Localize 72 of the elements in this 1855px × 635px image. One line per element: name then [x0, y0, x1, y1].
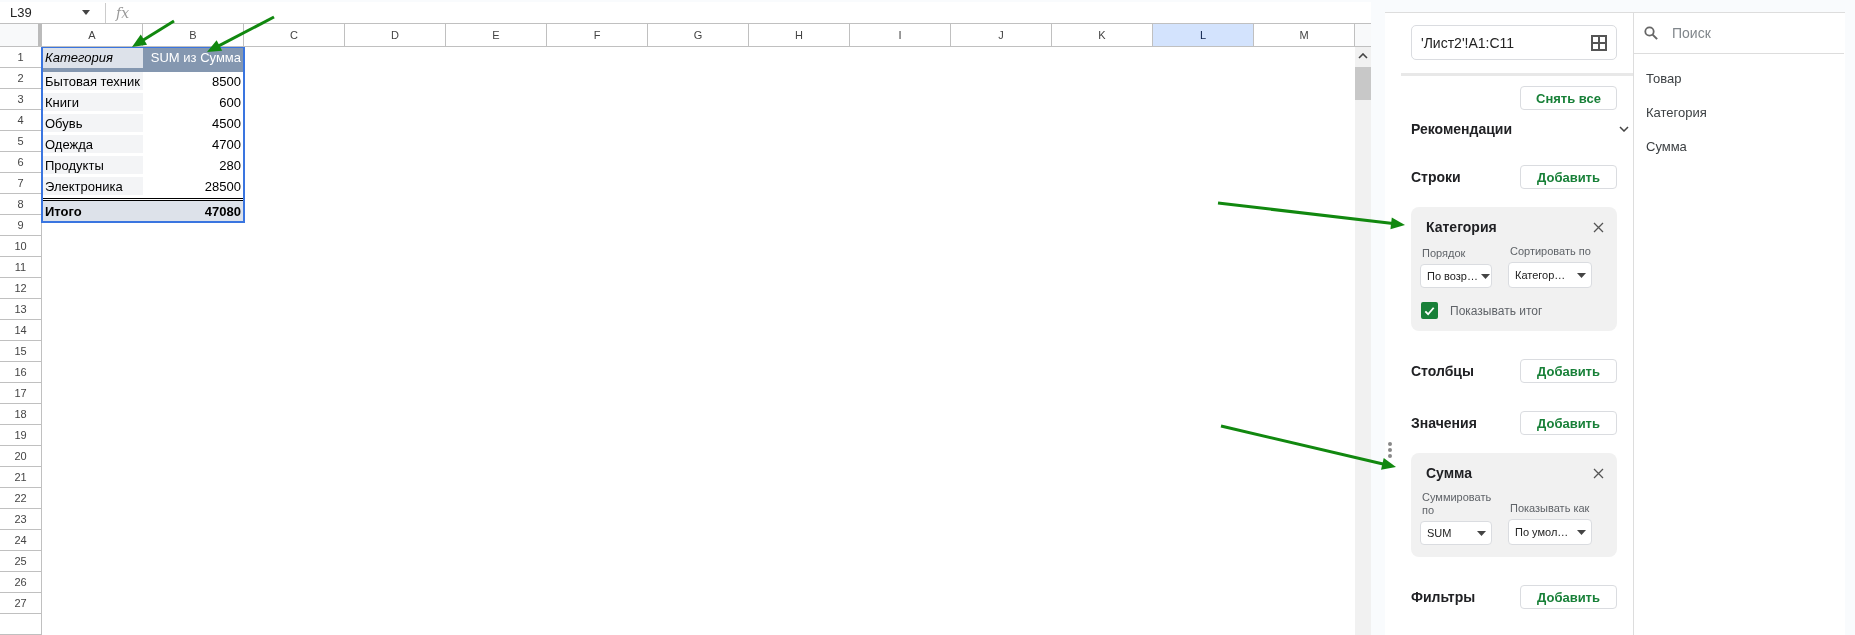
row-number[interactable]: 17: [0, 383, 41, 404]
row-number[interactable]: 11: [0, 257, 41, 278]
function-label: fx: [116, 4, 130, 21]
row-number[interactable]: 15: [0, 341, 41, 362]
row-number[interactable]: 9: [0, 215, 41, 236]
table-cell: Обувь: [42, 114, 143, 132]
dropdown[interactable]: По возр…: [1420, 264, 1492, 288]
table-cell-text: 4700: [211, 135, 242, 153]
row-number[interactable]: 1: [0, 47, 41, 68]
field-label: Суммировать по: [1421, 491, 1492, 517]
row-number[interactable]: 21: [0, 467, 41, 488]
table-cell: Книги: [42, 93, 143, 111]
row-number[interactable]: 10: [0, 236, 41, 257]
field-item[interactable]: Категория: [1634, 95, 1844, 129]
table-cell: SUM из Сумма: [143, 47, 244, 68]
table-cell: Электроника: [42, 177, 143, 195]
range-field[interactable]: 'Лист2'!A1:C11: [1411, 25, 1617, 60]
table-cell-text: 8500: [211, 72, 242, 90]
table-cell-text: 28500: [203, 177, 242, 195]
field-item[interactable]: Сумма: [1634, 129, 1844, 163]
table-cell: Бытовая техник: [42, 72, 143, 90]
checkbox-label: Показывать итог: [1450, 303, 1543, 318]
row-number[interactable]: 12: [0, 278, 41, 299]
row-number[interactable]: 23: [0, 509, 41, 530]
row-number[interactable]: 14: [0, 320, 41, 341]
field-label: Порядок: [1421, 247, 1467, 260]
add-button[interactable]: Добавить: [1520, 585, 1617, 609]
search-field[interactable]: Поиск: [1670, 24, 1824, 42]
add-button[interactable]: Добавить: [1520, 411, 1617, 435]
column-header[interactable]: L: [1153, 24, 1254, 46]
add-button[interactable]: Добавить: [1520, 165, 1617, 189]
row-number[interactable]: 18: [0, 404, 41, 425]
field-item[interactable]: Товар: [1634, 61, 1844, 95]
section-title: Фильтры: [1411, 589, 1476, 605]
field-label: Показывать как: [1509, 502, 1591, 515]
row-number[interactable]: 27: [0, 593, 41, 614]
table-cell: Категория: [42, 47, 143, 68]
dropdown[interactable]: Категор…: [1508, 262, 1592, 288]
row-number[interactable]: 19: [0, 425, 41, 446]
row-number[interactable]: 7: [0, 173, 41, 194]
field-label: Сортировать по: [1509, 245, 1592, 258]
row-number[interactable]: 24: [0, 530, 41, 551]
clear-all-button[interactable]: Снять все: [1520, 86, 1617, 110]
table-cell: Итого: [42, 201, 143, 222]
row-number[interactable]: 20: [0, 446, 41, 467]
row-number[interactable]: 13: [0, 299, 41, 320]
row-number[interactable]: 6: [0, 152, 41, 173]
row-number[interactable]: 2: [0, 68, 41, 89]
section-title: Строки: [1411, 169, 1461, 185]
add-button[interactable]: Добавить: [1520, 359, 1617, 383]
table-cell: Одежда: [42, 135, 143, 153]
row-number[interactable]: 25: [0, 551, 41, 572]
table-cell: Продукты: [42, 156, 143, 174]
row-number[interactable]: 16: [0, 362, 41, 383]
row-number[interactable]: 3: [0, 89, 41, 110]
card-title: Сумма: [1426, 465, 1473, 481]
row-number[interactable]: 22: [0, 488, 41, 509]
table-cell: 47080: [143, 201, 244, 222]
table-cell-text: 280: [218, 156, 242, 174]
section-title: Рекомендации: [1411, 121, 1513, 137]
row-number[interactable]: 5: [0, 131, 41, 152]
card-title: Категория: [1426, 219, 1497, 235]
row-number[interactable]: 8: [0, 194, 41, 215]
dropdown[interactable]: SUM: [1420, 521, 1492, 545]
table-cell-text: 600: [218, 93, 242, 111]
section-title: Столбцы: [1411, 363, 1474, 379]
row-number[interactable]: 26: [0, 572, 41, 593]
section-title: Значения: [1411, 415, 1477, 431]
table-cell-text: 4500: [211, 114, 242, 132]
dropdown[interactable]: По умол…: [1508, 519, 1592, 545]
name-box[interactable]: L39: [10, 5, 96, 21]
row-number[interactable]: 4: [0, 110, 41, 131]
